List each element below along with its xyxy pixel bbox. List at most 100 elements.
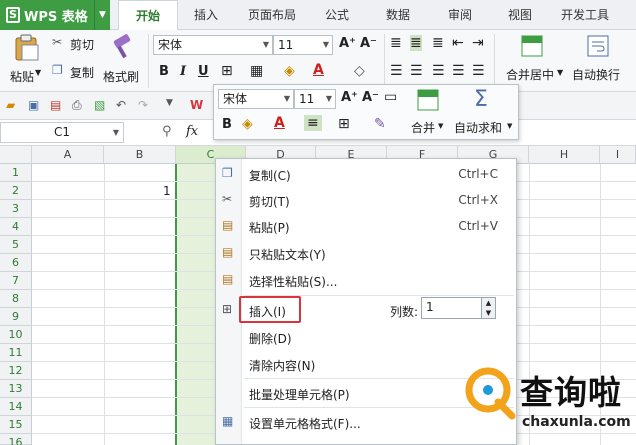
bold-button[interactable]: B [159,64,169,79]
format-painter-button[interactable]: 格式刷 [103,32,143,88]
menu-item-paste-text[interactable]: ▤ 只粘贴文本(Y) [216,240,516,266]
fx-icon[interactable]: fx [186,124,198,139]
menu-item-paste-special[interactable]: ▤ 选择性粘贴(S)... [216,267,516,293]
distributed-icon[interactable]: ☰ [472,63,485,79]
chevron-down-icon[interactable]: ▼ [94,0,110,30]
divider [148,34,149,88]
mini-borders-icon[interactable]: ⊞ [338,116,350,132]
row-header[interactable]: 11 [0,344,32,362]
clear-format-icon[interactable]: ◇ [354,63,365,79]
increase-font-icon[interactable]: A⁺ [339,36,356,51]
align-bottom-icon[interactable]: ≣ [432,35,444,51]
row-header[interactable]: 1 [0,164,32,182]
menu-item-cut[interactable]: ✂ 剪切(T) Ctrl+X [216,187,516,213]
row-header[interactable]: 15 [0,416,32,434]
paste-button[interactable]: 粘贴 ▼ [8,32,44,88]
copy-button[interactable]: ❐ 复制 [52,63,100,81]
tab-data[interactable]: 数据 [386,0,410,30]
borders-icon[interactable]: ⊞ [221,63,233,79]
mini-font-family-select[interactable]: 宋体 ▼ [218,89,294,109]
underline-button[interactable]: U [198,64,209,79]
mini-format-icon[interactable]: ▭ [384,89,397,105]
row-header[interactable]: 6 [0,254,32,272]
font-size-select[interactable]: 11 ▼ [273,35,333,55]
mini-autosum-button[interactable]: Σ 自动求和 ▼ [452,87,516,137]
row-header[interactable]: 2 [0,182,32,200]
print-icon[interactable]: ⎙ [72,98,86,112]
print-preview-icon[interactable]: ▧ [94,98,108,112]
menu-item-delete[interactable]: 删除(D) [216,324,516,350]
redo-icon[interactable]: ↷ [138,98,152,112]
row-header[interactable]: 10 [0,326,32,344]
tab-formulas[interactable]: 公式 [325,0,349,30]
clipboard-icon [15,34,39,61]
tab-view[interactable]: 视图 [508,0,532,30]
row-header[interactable]: 8 [0,290,32,308]
cell-b2-value[interactable]: 1 [163,184,171,198]
italic-button[interactable]: I [180,64,186,79]
align-right-icon[interactable]: ☰ [432,63,445,79]
row-header[interactable]: 13 [0,380,32,398]
column-header-i[interactable]: I [600,146,636,164]
spinner-arrows[interactable]: ▲ ▼ [481,298,495,318]
column-count-spinner[interactable]: 1 ▲ ▼ [421,297,496,319]
row-header[interactable]: 14 [0,398,32,416]
merge-cells-icon [521,35,543,57]
justify-icon[interactable]: ☰ [452,63,465,79]
align-middle-icon[interactable]: ≣ [410,35,422,51]
indent-increase-icon[interactable]: ⇥ [472,35,484,51]
menu-item-shortcut: Ctrl+C [458,167,498,181]
mini-fill-color-icon[interactable]: ◈ [242,116,253,132]
font-family-select[interactable]: 宋体 ▼ [153,35,273,55]
indent-decrease-icon[interactable]: ⇤ [452,35,464,51]
align-center-icon[interactable]: ☰ [410,63,423,79]
font-color-icon[interactable]: A [313,62,324,78]
row-header[interactable]: 12 [0,362,32,380]
mini-font-color-icon[interactable]: A [274,115,285,131]
mini-format-painter-icon[interactable]: ✎ [374,116,386,132]
cut-button[interactable]: ✂ 剪切 [52,35,100,53]
undo-icon[interactable]: ↶ [116,98,130,112]
increase-font-icon[interactable]: A⁺ [341,90,358,105]
decrease-font-icon[interactable]: A⁻ [362,90,379,105]
row-header[interactable]: 9 [0,308,32,326]
row-header[interactable]: 5 [0,236,32,254]
open-folder-icon[interactable]: ▰ [6,98,20,112]
name-box[interactable]: C1 ▼ [0,122,124,143]
divider [494,34,495,88]
row-header[interactable]: 16 [0,434,32,445]
zoom-icon[interactable]: ⚲ [162,124,172,139]
mini-align-icon[interactable]: ≡ [304,115,322,131]
column-header-h[interactable]: H [529,146,600,164]
row-header[interactable]: 7 [0,272,32,290]
tab-developer[interactable]: 开发工具 [561,0,609,30]
app-menu-button[interactable]: S WPS 表格 ▼ [0,0,110,30]
row-header[interactable]: 3 [0,200,32,218]
wrap-text-label: 自动换行 [572,68,621,82]
tab-review[interactable]: 审阅 [448,0,472,30]
column-header-b[interactable]: B [104,146,176,164]
align-left-icon[interactable]: ☰ [390,63,403,79]
save-icon[interactable]: ▣ [28,98,42,112]
tab-page-layout[interactable]: 页面布局 [248,0,296,30]
menu-item-paste[interactable]: ▤ 粘贴(P) Ctrl+V [216,213,516,239]
tab-home[interactable]: 开始 [118,0,178,31]
mini-merge-button[interactable]: 合并 ▼ [408,87,448,137]
fill-color-icon[interactable]: ◈ [284,63,295,79]
decrease-font-icon[interactable]: A⁻ [360,36,377,51]
menu-item-copy[interactable]: ❐ 复制(C) Ctrl+C [216,161,516,187]
column-header-a[interactable]: A [32,146,104,164]
mini-font-size-select[interactable]: 11 ▼ [294,89,336,109]
cell-style-icon[interactable]: ▦ [250,63,263,79]
tab-insert[interactable]: 插入 [194,0,218,30]
export-pdf-icon[interactable]: ▤ [50,98,64,112]
mini-bold-button[interactable]: B [222,117,232,132]
select-all-corner[interactable] [0,146,32,164]
merge-center-button[interactable]: 合并居中 ▼ [500,32,564,88]
mini-font-family-value: 宋体 [223,92,248,106]
chevron-down-icon: ▼ [112,128,119,137]
row-header[interactable]: 4 [0,218,32,236]
align-top-icon[interactable]: ≣ [390,35,402,51]
chevron-down-icon[interactable]: ▼ [166,98,180,112]
wrap-text-button[interactable]: 自动换行 [568,32,630,88]
